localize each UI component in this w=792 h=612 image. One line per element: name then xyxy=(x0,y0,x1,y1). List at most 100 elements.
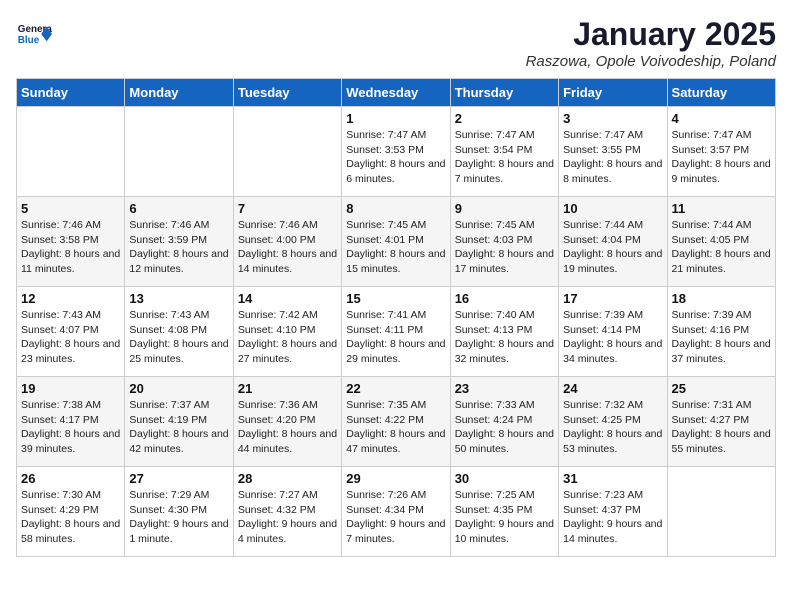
day-info: Sunrise: 7:39 AMSunset: 4:14 PMDaylight:… xyxy=(563,308,662,367)
calendar-day-1: 1 Sunrise: 7:47 AMSunset: 3:53 PMDaylight… xyxy=(342,107,450,197)
weekday-header-row: SundayMondayTuesdayWednesdayThursdayFrid… xyxy=(17,79,776,107)
calendar-day-28: 28Sunrise: 7:27 AMSunset: 4:32 PMDayligh… xyxy=(233,467,341,557)
day-number: 26 xyxy=(21,471,120,486)
weekday-header-sunday: Sunday xyxy=(17,79,125,107)
day-info: Sunrise: 7:42 AMSunset: 4:10 PMDaylight:… xyxy=(238,308,337,367)
calendar-day-13: 13 Sunrise: 7:43 AMSunset: 4:08 PMDayligh… xyxy=(125,287,233,377)
page-header: General Blue January 2025 Raszowa, Opole… xyxy=(16,16,776,70)
day-number: 16 xyxy=(455,291,554,306)
logo: General Blue xyxy=(16,16,52,52)
day-info: Sunrise: 7:37 AMSunset: 4:19 PMDaylight:… xyxy=(129,398,228,457)
day-info: Sunrise: 7:46 AMSunset: 3:59 PMDaylight:… xyxy=(129,218,228,277)
day-number: 13 xyxy=(129,291,228,306)
day-number: 12 xyxy=(21,291,120,306)
calendar-day-25: 25 Sunrise: 7:31 AMSunset: 4:27 PMDayligh… xyxy=(667,377,775,467)
calendar-week-row: 19 Sunrise: 7:38 AMSunset: 4:17 PMDayligh… xyxy=(17,377,776,467)
calendar-week-row: 12Sunrise: 7:43 AMSunset: 4:07 PMDayligh… xyxy=(17,287,776,377)
weekday-header-monday: Monday xyxy=(125,79,233,107)
day-number: 15 xyxy=(346,291,445,306)
day-number: 5 xyxy=(21,201,120,216)
day-info: Sunrise: 7:45 AMSunset: 4:01 PMDaylight:… xyxy=(346,218,445,277)
empty-cell xyxy=(125,107,233,197)
calendar-day-8: 8 Sunrise: 7:45 AMSunset: 4:01 PMDaylight… xyxy=(342,197,450,287)
calendar-day-3: 3 Sunrise: 7:47 AMSunset: 3:55 PMDaylight… xyxy=(559,107,667,197)
day-number: 25 xyxy=(672,381,771,396)
calendar-day-22: 22Sunrise: 7:35 AMSunset: 4:22 PMDayligh… xyxy=(342,377,450,467)
empty-cell xyxy=(233,107,341,197)
day-number: 8 xyxy=(346,201,445,216)
calendar-day-31: 31Sunrise: 7:23 AMSunset: 4:37 PMDayligh… xyxy=(559,467,667,557)
day-number: 14 xyxy=(238,291,337,306)
day-number: 28 xyxy=(238,471,337,486)
calendar-week-row: 26 Sunrise: 7:30 AMSunset: 4:29 PMDayligh… xyxy=(17,467,776,557)
calendar-day-7: 7 Sunrise: 7:46 AMSunset: 4:00 PMDaylight… xyxy=(233,197,341,287)
day-info: Sunrise: 7:47 AMSunset: 3:55 PMDaylight:… xyxy=(563,128,662,187)
calendar-week-row: 5 Sunrise: 7:46 AMSunset: 3:58 PMDaylight… xyxy=(17,197,776,287)
title-block: January 2025 Raszowa, Opole Voivodeship,… xyxy=(526,16,776,70)
calendar-day-21: 21 Sunrise: 7:36 AMSunset: 4:20 PMDayligh… xyxy=(233,377,341,467)
day-number: 4 xyxy=(672,111,771,126)
calendar-day-17: 17 Sunrise: 7:39 AMSunset: 4:14 PMDayligh… xyxy=(559,287,667,377)
day-info: Sunrise: 7:32 AMSunset: 4:25 PMDaylight:… xyxy=(563,398,662,457)
day-info: Sunrise: 7:47 AMSunset: 3:54 PMDaylight:… xyxy=(455,128,554,187)
logo-icon: General Blue xyxy=(16,16,52,52)
calendar-day-4: 4 Sunrise: 7:47 AMSunset: 3:57 PMDaylight… xyxy=(667,107,775,197)
calendar-day-6: 6 Sunrise: 7:46 AMSunset: 3:59 PMDaylight… xyxy=(125,197,233,287)
day-info: Sunrise: 7:39 AMSunset: 4:16 PMDaylight:… xyxy=(672,308,771,367)
calendar-day-23: 23Sunrise: 7:33 AMSunset: 4:24 PMDayligh… xyxy=(450,377,558,467)
day-number: 19 xyxy=(21,381,120,396)
calendar-day-27: 27 Sunrise: 7:29 AMSunset: 4:30 PMDayligh… xyxy=(125,467,233,557)
day-number: 10 xyxy=(563,201,662,216)
day-number: 6 xyxy=(129,201,228,216)
day-info: Sunrise: 7:25 AMSunset: 4:35 PMDaylight:… xyxy=(455,488,554,547)
day-info: Sunrise: 7:36 AMSunset: 4:20 PMDaylight:… xyxy=(238,398,337,457)
day-info: Sunrise: 7:26 AMSunset: 4:34 PMDaylight:… xyxy=(346,488,445,547)
weekday-header-thursday: Thursday xyxy=(450,79,558,107)
day-info: Sunrise: 7:33 AMSunset: 4:24 PMDaylight:… xyxy=(455,398,554,457)
day-number: 18 xyxy=(672,291,771,306)
day-number: 2 xyxy=(455,111,554,126)
calendar-day-5: 5 Sunrise: 7:46 AMSunset: 3:58 PMDaylight… xyxy=(17,197,125,287)
day-number: 9 xyxy=(455,201,554,216)
day-number: 21 xyxy=(238,381,337,396)
day-number: 7 xyxy=(238,201,337,216)
calendar-day-24: 24 Sunrise: 7:32 AMSunset: 4:25 PMDayligh… xyxy=(559,377,667,467)
day-info: Sunrise: 7:23 AMSunset: 4:37 PMDaylight:… xyxy=(563,488,662,547)
day-info: Sunrise: 7:29 AMSunset: 4:30 PMDaylight:… xyxy=(129,488,228,547)
location-title: Raszowa, Opole Voivodeship, Poland xyxy=(526,53,776,70)
day-info: Sunrise: 7:46 AMSunset: 3:58 PMDaylight:… xyxy=(21,218,120,277)
calendar-table: SundayMondayTuesdayWednesdayThursdayFrid… xyxy=(16,78,776,557)
day-info: Sunrise: 7:31 AMSunset: 4:27 PMDaylight:… xyxy=(672,398,771,457)
weekday-header-tuesday: Tuesday xyxy=(233,79,341,107)
day-info: Sunrise: 7:30 AMSunset: 4:29 PMDaylight:… xyxy=(21,488,120,547)
calendar-day-14: 14 Sunrise: 7:42 AMSunset: 4:10 PMDayligh… xyxy=(233,287,341,377)
calendar-day-10: 10 Sunrise: 7:44 AMSunset: 4:04 PMDayligh… xyxy=(559,197,667,287)
empty-cell xyxy=(17,107,125,197)
empty-cell xyxy=(667,467,775,557)
day-number: 30 xyxy=(455,471,554,486)
day-number: 22 xyxy=(346,381,445,396)
calendar-day-19: 19 Sunrise: 7:38 AMSunset: 4:17 PMDayligh… xyxy=(17,377,125,467)
day-number: 17 xyxy=(563,291,662,306)
day-info: Sunrise: 7:46 AMSunset: 4:00 PMDaylight:… xyxy=(238,218,337,277)
day-number: 1 xyxy=(346,111,445,126)
day-info: Sunrise: 7:41 AMSunset: 4:11 PMDaylight:… xyxy=(346,308,445,367)
day-info: Sunrise: 7:38 AMSunset: 4:17 PMDaylight:… xyxy=(21,398,120,457)
calendar-day-9: 9 Sunrise: 7:45 AMSunset: 4:03 PMDaylight… xyxy=(450,197,558,287)
day-number: 11 xyxy=(672,201,771,216)
day-info: Sunrise: 7:43 AMSunset: 4:08 PMDaylight:… xyxy=(129,308,228,367)
svg-text:Blue: Blue xyxy=(18,35,40,46)
day-info: Sunrise: 7:45 AMSunset: 4:03 PMDaylight:… xyxy=(455,218,554,277)
day-info: Sunrise: 7:44 AMSunset: 4:05 PMDaylight:… xyxy=(672,218,771,277)
calendar-day-2: 2 Sunrise: 7:47 AMSunset: 3:54 PMDaylight… xyxy=(450,107,558,197)
day-number: 24 xyxy=(563,381,662,396)
day-number: 3 xyxy=(563,111,662,126)
calendar-day-26: 26 Sunrise: 7:30 AMSunset: 4:29 PMDayligh… xyxy=(17,467,125,557)
calendar-day-11: 11 Sunrise: 7:44 AMSunset: 4:05 PMDayligh… xyxy=(667,197,775,287)
day-info: Sunrise: 7:47 AMSunset: 3:53 PMDaylight:… xyxy=(346,128,445,187)
day-info: Sunrise: 7:44 AMSunset: 4:04 PMDaylight:… xyxy=(563,218,662,277)
day-number: 27 xyxy=(129,471,228,486)
weekday-header-wednesday: Wednesday xyxy=(342,79,450,107)
day-number: 20 xyxy=(129,381,228,396)
day-info: Sunrise: 7:47 AMSunset: 3:57 PMDaylight:… xyxy=(672,128,771,187)
